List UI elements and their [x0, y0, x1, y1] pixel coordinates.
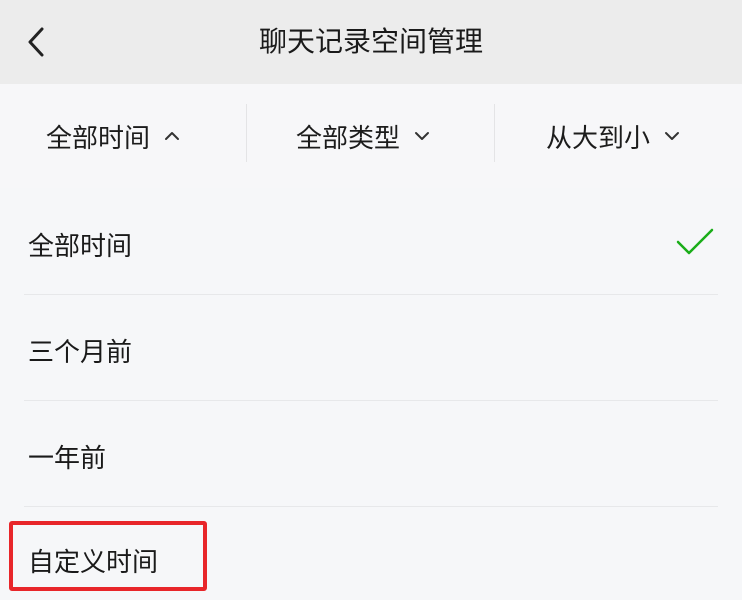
- list-item-three-months[interactable]: 三个月前: [0, 294, 742, 400]
- filter-time-label: 全部时间: [46, 123, 151, 154]
- filter-divider: [494, 104, 495, 162]
- chevron-up-icon: [164, 131, 180, 141]
- list-item-all-time[interactable]: 全部时间: [0, 188, 742, 294]
- filter-bar: 全部时间 全部类型 从大到小: [0, 84, 742, 188]
- filter-time-dropdown[interactable]: 全部时间: [46, 84, 180, 188]
- checkmark-icon: [676, 228, 714, 260]
- chevron-down-icon: [664, 131, 680, 141]
- filter-divider: [246, 104, 247, 162]
- list-item-label: 三个月前: [28, 338, 133, 368]
- list-item-one-year[interactable]: 一年前: [0, 400, 742, 506]
- filter-type-label: 全部类型: [296, 123, 401, 154]
- page-title: 聊天记录空间管理: [258, 25, 483, 58]
- list-item-label: 一年前: [28, 444, 107, 474]
- navigation-bar: 聊天记录空间管理: [0, 0, 742, 84]
- filter-sort-dropdown[interactable]: 从大到小: [546, 84, 680, 188]
- highlight-annotation-box: [9, 521, 207, 591]
- filter-sort-label: 从大到小: [546, 123, 651, 154]
- filter-type-dropdown[interactable]: 全部类型: [296, 84, 430, 188]
- list-item-label: 全部时间: [28, 232, 133, 262]
- chevron-down-icon: [414, 131, 430, 141]
